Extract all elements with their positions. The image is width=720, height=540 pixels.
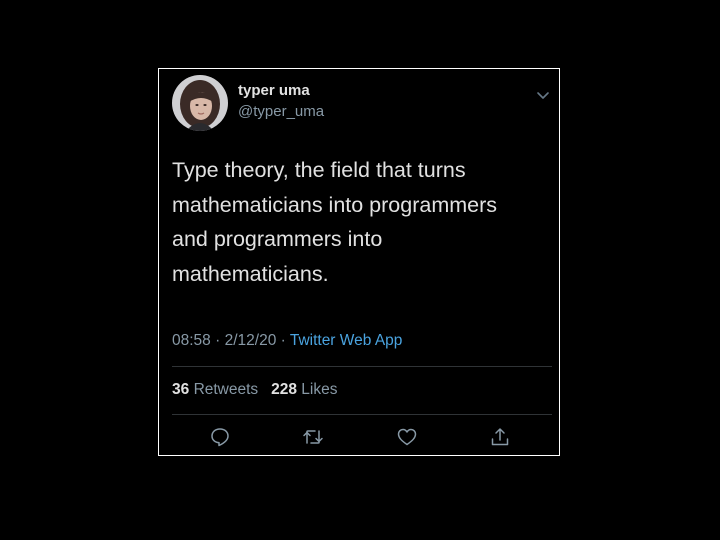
share-icon[interactable] — [489, 426, 511, 448]
avatar[interactable] — [172, 75, 228, 131]
tweet-card: typer uma @typer_uma Type theory, the fi… — [158, 68, 560, 456]
likes-label: Likes — [301, 381, 338, 398]
retweets-stat[interactable]: 36 Retweets — [172, 381, 258, 398]
retweets-label: Retweets — [193, 381, 259, 398]
user-handle[interactable]: @typer_uma — [238, 103, 324, 120]
tweet-meta: 08:58 · 2/12/20 · Twitter Web App — [172, 332, 402, 350]
meta-separator: · — [215, 332, 221, 349]
divider — [172, 414, 552, 415]
tweet-stats: 36 Retweets 228 Likes — [172, 381, 337, 399]
heart-icon[interactable] — [396, 426, 418, 448]
tweet-source-link[interactable]: Twitter Web App — [290, 332, 403, 349]
retweet-icon[interactable] — [302, 426, 324, 448]
meta-separator: · — [280, 332, 286, 349]
tweet-date[interactable]: 2/12/20 — [225, 332, 277, 349]
chevron-down-icon[interactable] — [533, 85, 553, 105]
tweet-text-line: mathematicians into programmers — [172, 192, 498, 217]
reply-icon[interactable] — [209, 426, 231, 448]
likes-count: 228 — [271, 381, 297, 398]
tweet-time[interactable]: 08:58 — [172, 332, 211, 349]
likes-stat[interactable]: 228 Likes — [271, 381, 337, 398]
tweet-text-line: mathematicians. — [172, 261, 329, 286]
divider — [172, 366, 552, 367]
tweet-text-line: Type theory, the field that turns — [172, 158, 466, 182]
tweet-text-line: and programmers into — [172, 227, 383, 251]
retweets-count: 36 — [172, 381, 190, 398]
tweet-text: Type theory, the field that turns mathem… — [172, 153, 547, 291]
display-name[interactable]: typer uma — [238, 82, 310, 99]
